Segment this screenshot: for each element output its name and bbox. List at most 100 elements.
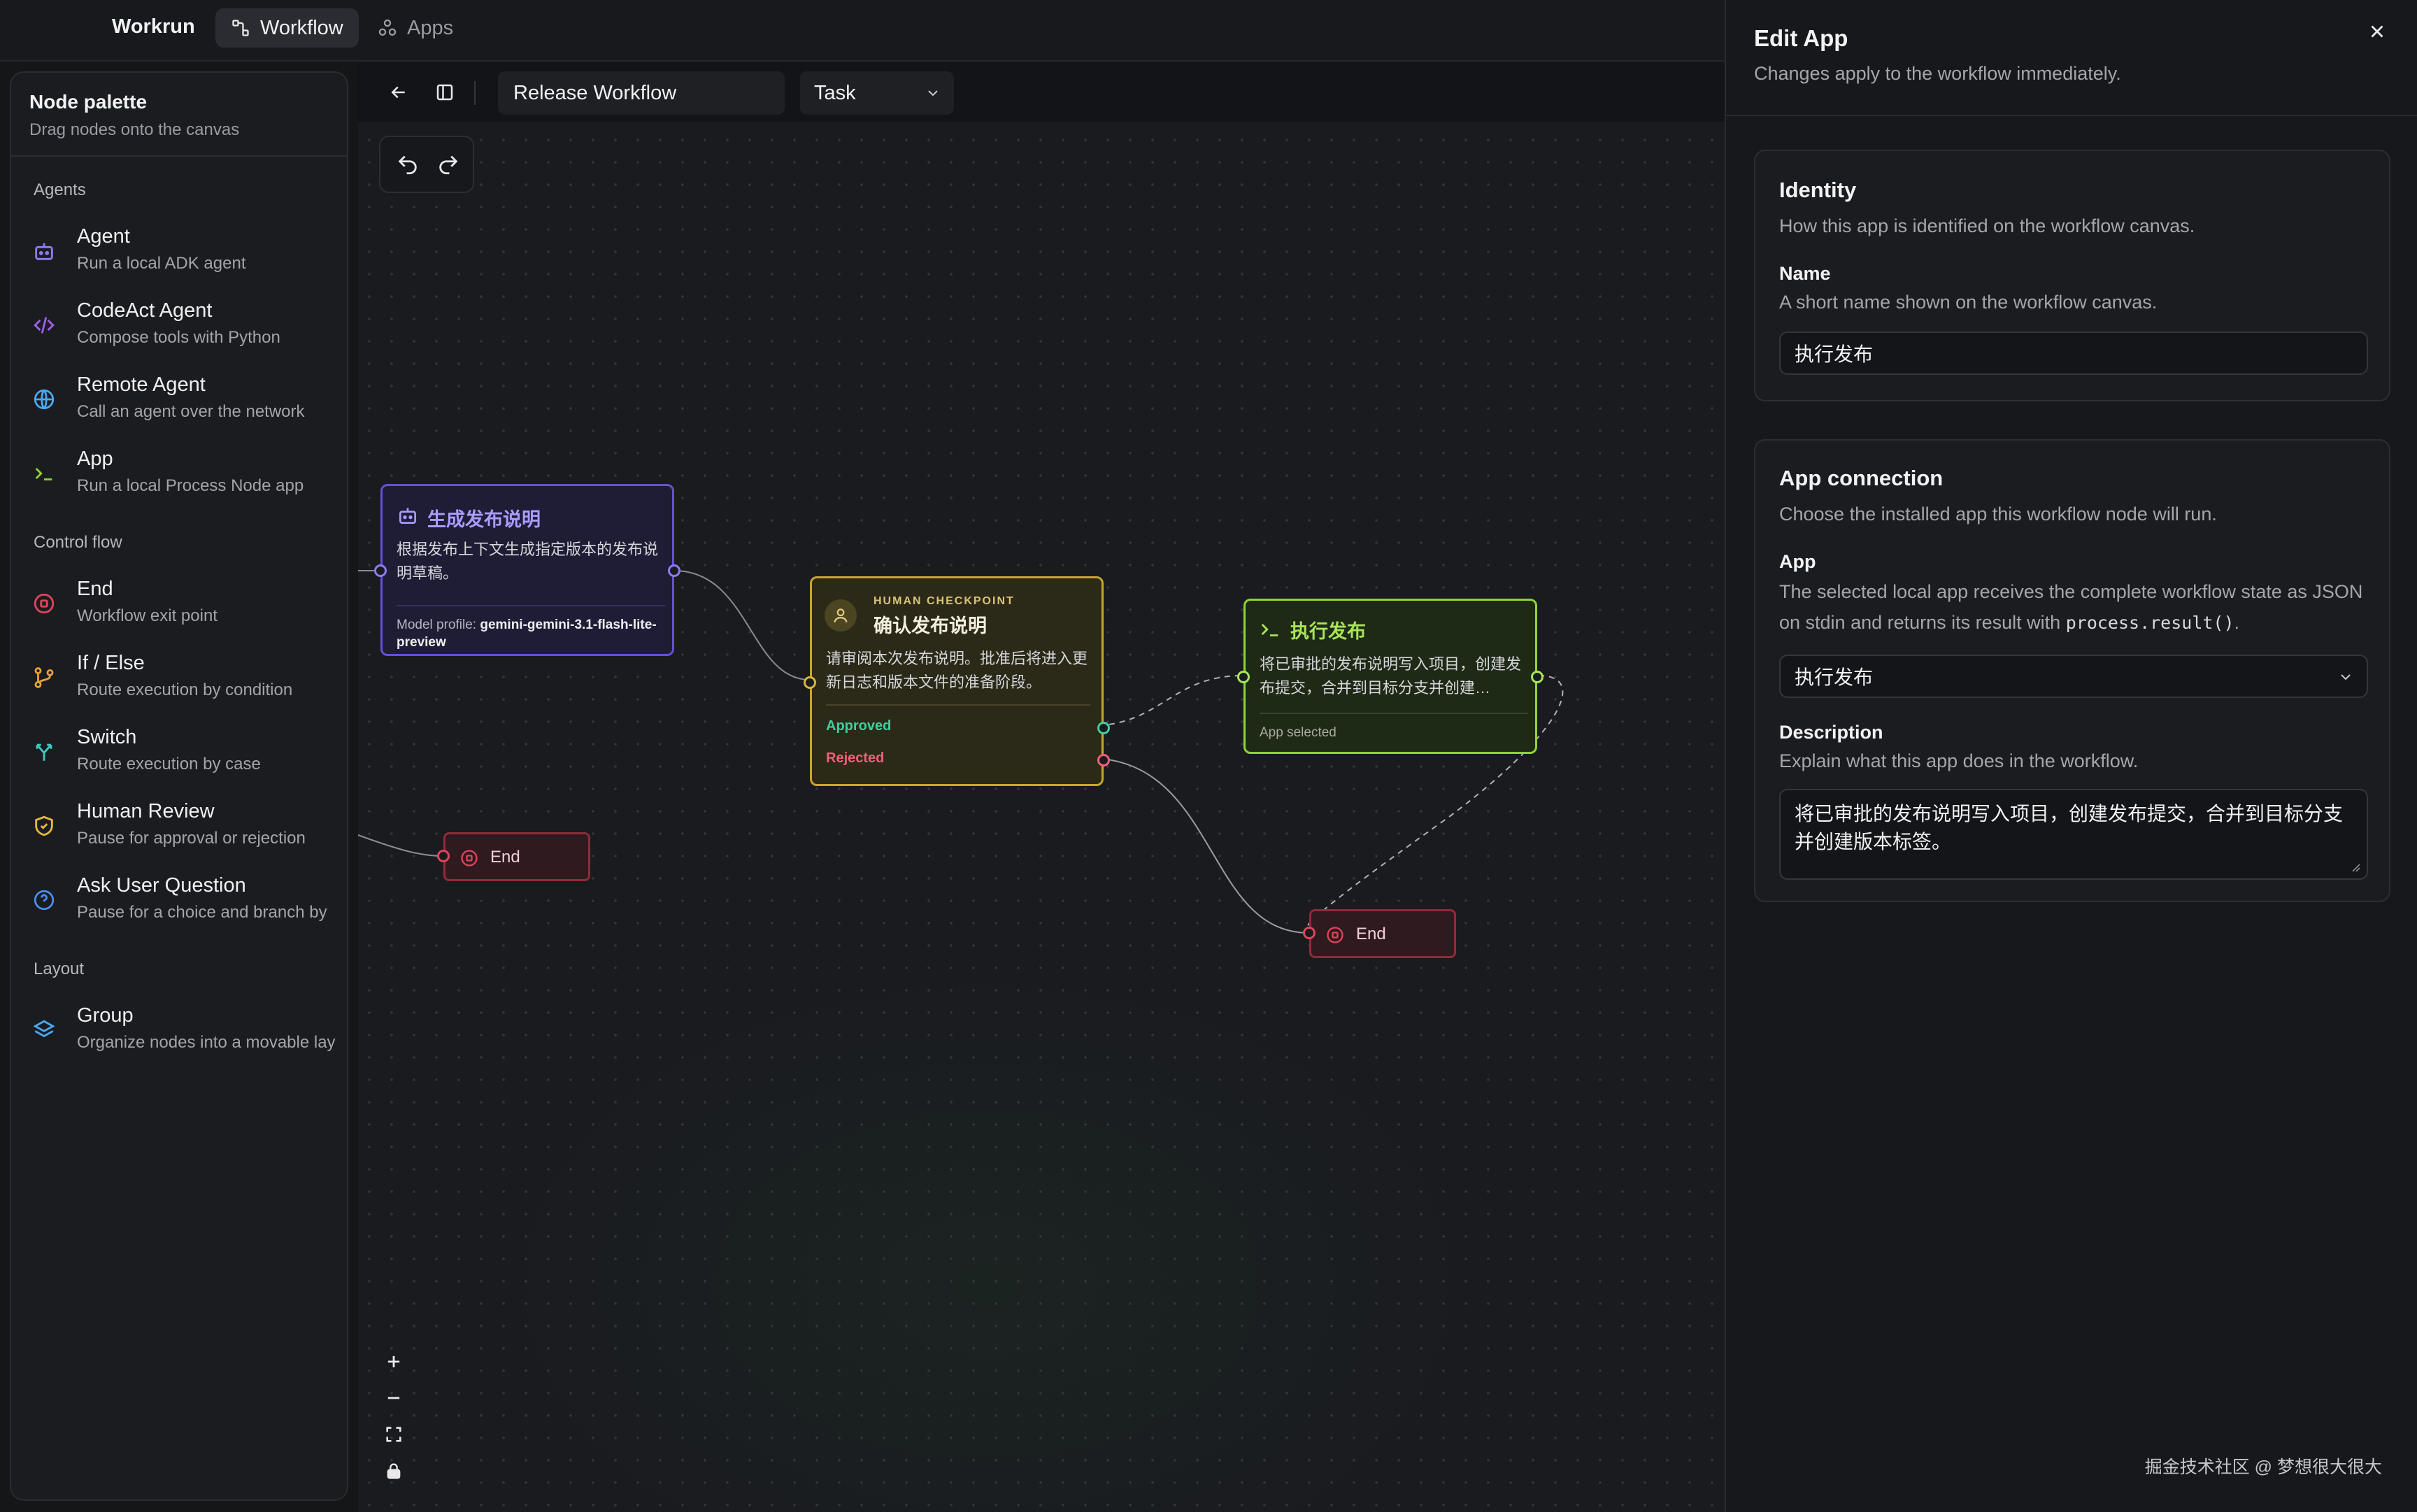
description-textarea[interactable]: 将已审批的发布说明写入项目，创建发布提交，合并到目标分支并创建版本标签。: [1779, 789, 2368, 880]
app-node-title: 执行发布: [1290, 621, 1366, 642]
agent-input-port[interactable]: [374, 564, 387, 577]
app-select[interactable]: 执行发布: [1779, 655, 2368, 698]
app-input-port[interactable]: [1237, 671, 1250, 683]
palette-item-desc: Run a local Process Node app: [77, 476, 304, 495]
robot-icon: [32, 239, 56, 263]
name-help: A short name shown on the workflow canva…: [1779, 292, 2158, 313]
close-button[interactable]: [2367, 21, 2393, 48]
palette-item-desc: Workflow exit point: [77, 606, 218, 625]
edge-to-end1: [358, 834, 444, 857]
description-value: 将已审批的发布说明写入项目，创建发布提交，合并到目标分支并创建版本标签。: [1795, 803, 2344, 853]
terminal-icon: [1261, 623, 1278, 636]
tab-apps[interactable]: Apps: [362, 8, 469, 48]
zoom-out-button[interactable]: [376, 1381, 411, 1415]
edge-rejected-to-end2: [1088, 757, 1310, 934]
palette-item-desc: Pause for approval or rejection: [77, 829, 306, 848]
palette-item-name: End: [77, 578, 113, 600]
end-node[interactable]: End: [437, 832, 590, 881]
human-checkpoint-node[interactable]: HUMAN CHECKPOINT 确认发布说明 请审阅本次发布说明。批准后将进入…: [804, 576, 1110, 786]
connection-title: App connection: [1779, 466, 1944, 490]
edges-layer: [358, 570, 1564, 934]
palette-item-switch[interactable]: Switch Route execution by case: [11, 713, 347, 787]
end-node[interactable]: End: [1303, 909, 1456, 958]
identity-title: Identity: [1779, 178, 1857, 202]
chevron-down-icon: [2341, 674, 2351, 680]
edit-app-panel: Edit App Changes apply to the workflow i…: [1725, 0, 2417, 1512]
agent-node-title: 生成发布说明: [427, 509, 541, 530]
shield-icon: [32, 814, 56, 838]
node-palette: Node palette Drag nodes onto the canvas …: [10, 71, 348, 1501]
app-help-end: .: [2234, 612, 2240, 633]
human-node-divider: [826, 704, 1090, 706]
edge-approved-to-app: [1088, 675, 1244, 727]
palette-item-app[interactable]: App Run a local Process Node app: [11, 435, 347, 509]
human-node-description: 请审阅本次发布说明。批准后将进入更新日志和版本文件的准备阶段。: [826, 650, 1088, 691]
app-node[interactable]: 执行发布 将已审批的发布说明写入项目，创建发布提交，合并到目标分支并创建… Ap…: [1237, 599, 1543, 754]
palette-title: Node palette: [29, 91, 148, 113]
fit-view-icon: [386, 1427, 401, 1442]
workflow-canvas[interactable]: Release Workflow Task 生成发布说明 根据发布上下文生成指定…: [358, 62, 1725, 1512]
lock-button[interactable]: [376, 1453, 411, 1488]
branch-icon: [32, 666, 56, 690]
palette-item-desc: Pause for a choice and branch by: [77, 903, 327, 922]
palette-item-human-review[interactable]: Human Review Pause for approval or reject…: [11, 787, 347, 862]
app-label: App: [1779, 551, 1816, 572]
zoom-controls: [376, 1344, 411, 1491]
stop-icon: [32, 592, 56, 615]
palette-item-if-else[interactable]: If / Else Route execution by condition: [11, 639, 347, 713]
end-input-port[interactable]: [437, 850, 450, 862]
palette-item-remote-agent[interactable]: Remote Agent Call an agent over the netwo…: [11, 361, 347, 435]
code-icon: [32, 313, 56, 337]
palette-item-desc: Compose tools with Python: [77, 328, 280, 347]
tab-workflow[interactable]: Workflow: [215, 8, 359, 48]
rejected-port[interactable]: [1097, 754, 1110, 766]
palette-item-name: Switch: [77, 726, 137, 748]
agent-output-port[interactable]: [668, 564, 680, 577]
palette-subtitle: Drag nodes onto the canvas: [29, 120, 240, 139]
palette-item-name: Remote Agent: [77, 373, 206, 396]
human-node-kicker: HUMAN CHECKPOINT: [874, 595, 1015, 607]
question-icon: [32, 888, 56, 912]
top-bar: Workrun Workflow Apps: [0, 0, 1725, 62]
palette-item-codeact-agent[interactable]: CodeAct Agent Compose tools with Python: [11, 287, 347, 361]
fit-view-button[interactable]: [376, 1417, 411, 1452]
user-icon: [825, 599, 857, 632]
palette-item-name: CodeAct Agent: [77, 299, 213, 322]
minus-icon: [387, 1397, 400, 1399]
palette-item-ask-user-question[interactable]: Ask User Question Pause for a choice and …: [11, 862, 347, 936]
workflow-icon: [232, 20, 249, 36]
tab-workflow-label: Workflow: [260, 16, 343, 39]
human-node-title: 确认发布说明: [874, 615, 987, 636]
palette-item-name: Ask User Question: [77, 874, 246, 897]
palette-item-name: Group: [77, 1004, 134, 1027]
agent-node[interactable]: 生成发布说明 根据发布上下文生成指定版本的发布说明草稿。 Model profi…: [374, 484, 680, 656]
brand-name[interactable]: Workrun: [112, 15, 195, 38]
end-node-title: End: [490, 848, 520, 866]
app-help-code: process.result(): [2065, 613, 2234, 633]
palette-item-group[interactable]: Group Organize nodes into a movable lay: [11, 992, 347, 1066]
tab-apps-label: Apps: [407, 16, 454, 39]
model-label: Model profile:: [397, 618, 477, 632]
agent-node-model: Model profile: gemini-gemini-3.1-flash-l…: [397, 605, 665, 651]
approved-port[interactable]: [1097, 722, 1110, 734]
name-input[interactable]: 执行发布: [1779, 331, 2368, 375]
stop-icon: [1327, 927, 1343, 943]
human-input-port[interactable]: [804, 676, 816, 689]
palette-item-desc: Route execution by case: [77, 755, 261, 773]
end-node-title: End: [1356, 925, 1386, 943]
robot-icon: [399, 508, 416, 524]
identity-subtitle: How this app is identified on the workfl…: [1779, 215, 2195, 236]
resize-grip-icon[interactable]: [2347, 859, 2361, 873]
globe-icon: [32, 387, 56, 411]
palette-item-end[interactable]: End Workflow exit point: [11, 565, 347, 639]
edge-agent-to-human: [673, 570, 811, 680]
zoom-in-button[interactable]: [376, 1344, 411, 1379]
approved-label: Approved: [826, 718, 892, 734]
palette-item-agent[interactable]: Agent Run a local ADK agent: [11, 213, 347, 287]
plus-icon: [387, 1355, 400, 1368]
lock-icon: [387, 1463, 401, 1479]
palette-header: Node palette Drag nodes onto the canvas: [11, 73, 347, 157]
app-output-port[interactable]: [1531, 671, 1543, 683]
end-input-port[interactable]: [1303, 927, 1316, 939]
name-label: Name: [1779, 263, 1831, 284]
